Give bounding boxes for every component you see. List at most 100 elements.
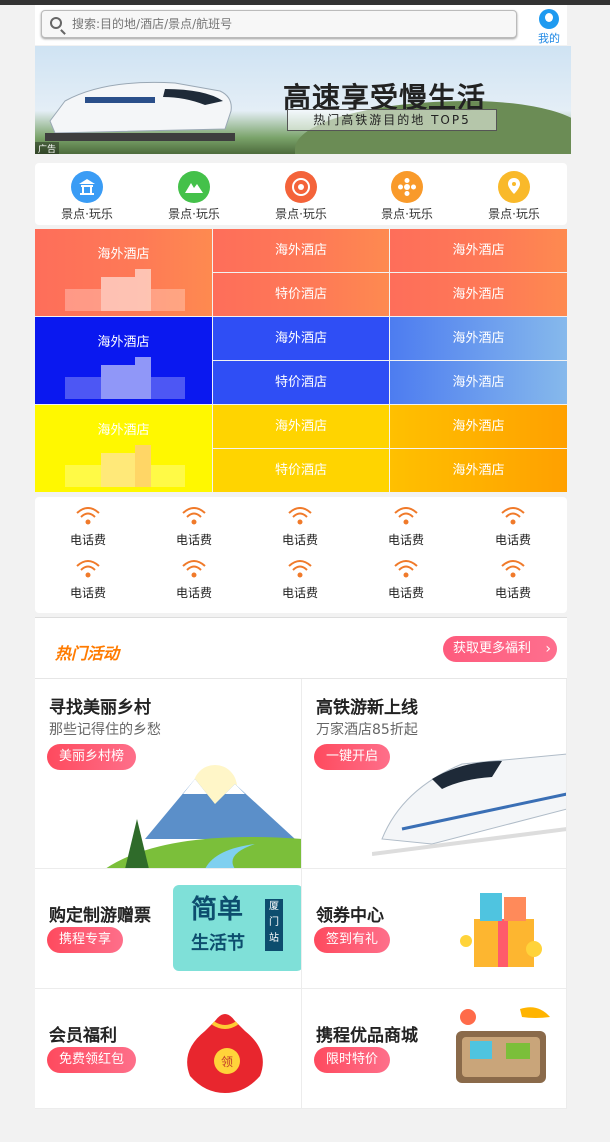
phone-item[interactable]: 电话费 [353,558,459,601]
card-title: 寻找美丽乡村 [49,698,151,718]
hotel-row: 海外酒店 海外酒店 海外酒店 特价酒店 海外酒店 [35,405,567,493]
quick-nav-item[interactable]: 景点·玩乐 [474,171,554,222]
hotel-building-icon [65,269,185,311]
hotel-tile[interactable]: 海外酒店 [390,361,567,404]
wifi-icon [288,507,312,525]
location-pin-icon [498,171,530,203]
wifi-icon [501,560,525,578]
hot-activity-section: 热门活动 获取更多福利 › 寻找美丽乡村 那些记得住的乡愁 美丽乡村榜 高铁游新… [35,617,567,1109]
quick-nav-item[interactable]: 景点·玩乐 [154,171,234,222]
hotel-main-label: 海外酒店 [97,423,150,438]
hotel-tile[interactable]: 海外酒店 [390,405,567,448]
page: 我的 高速享受慢生活 热门高铁游目的地 TOP5 广告 景点·玩乐 景点·玩乐 [35,5,571,1109]
hotel-tile[interactable]: 海外酒店 [390,229,567,272]
phone-item[interactable]: 电话费 [141,558,247,601]
search-box[interactable] [41,10,517,38]
chevron-right-icon: › [545,641,551,657]
search-input[interactable] [72,11,492,37]
phone-item[interactable]: 电话费 [460,558,566,601]
train-image [45,81,235,141]
art-big-text: 简单 [191,895,244,925]
hotel-row: 海外酒店 海外酒店 海外酒店 特价酒店 海外酒店 [35,229,567,317]
phone-item-label: 电话费 [281,586,318,600]
hotel-tile[interactable]: 海外酒店 [390,449,567,492]
activity-card[interactable]: 领券中心 签到有礼 [302,869,567,989]
temple-icon [71,171,103,203]
wifi-icon [182,507,206,525]
hotel-main-tile[interactable]: 海外酒店 [35,317,212,404]
activity-card[interactable]: 会员福利 免费领红包 领 [35,989,302,1109]
activity-card[interactable]: 高铁游新上线 万家酒店85折起 一键开启 [302,679,567,869]
promo-banner[interactable]: 高速享受慢生活 热门高铁游目的地 TOP5 广告 [35,46,571,154]
card-button[interactable]: 签到有礼 [314,927,391,953]
phone-item[interactable]: 电话费 [247,558,353,601]
art-sub-text: 生活节 [191,933,245,954]
hotel-main-label: 海外酒店 [97,335,150,350]
hotel-tile[interactable]: 海外酒店 [213,229,389,272]
card-button[interactable]: 限时特价 [314,1047,391,1073]
flower-icon [391,171,423,203]
user-icon [539,9,559,29]
card-subtitle: 万家酒店85折起 [316,722,418,738]
hotel-tile[interactable]: 特价酒店 [213,449,389,492]
wifi-icon [394,507,418,525]
hotel-main-label: 海外酒店 [97,247,150,262]
hotel-tile[interactable]: 海外酒店 [213,405,389,448]
hotel-row: 海外酒店 海外酒店 海外酒店 特价酒店 海外酒店 [35,317,567,405]
card-title: 携程优品商城 [316,1026,418,1046]
phone-item-label: 电话费 [494,586,531,600]
hotel-tile[interactable]: 海外酒店 [213,317,389,360]
card-button[interactable]: 携程专享 [47,927,124,953]
header: 我的 [35,5,567,45]
bag-label: 领 [221,1055,233,1069]
phone-item-label: 电话费 [387,586,424,600]
card-title: 高铁游新上线 [316,698,418,718]
card-title: 领券中心 [316,906,384,926]
card-subtitle: 那些记得住的乡愁 [49,722,161,738]
activity-card[interactable]: 购定制游赠票 携程专享 简单 生活节 厦门站 [35,869,302,989]
phone-item[interactable]: 电话费 [35,558,141,601]
activity-title: 热门活动 [55,644,120,663]
phone-item-label: 电话费 [175,533,212,547]
hotel-main-tile[interactable]: 海外酒店 [35,229,212,316]
quick-nav-item[interactable]: 景点·玩乐 [367,171,447,222]
ad-tag: 广告 [35,142,60,154]
phone-item[interactable]: 电话费 [35,505,141,548]
hotel-building-icon [65,445,185,487]
phone-recharge-grid: 电话费 电话费 电话费 电话费 电话费 电话费 电话费 电话费 电话费 电话费 [35,497,567,613]
phone-item[interactable]: 电话费 [247,505,353,548]
wifi-icon [394,560,418,578]
hotel-tile[interactable]: 特价酒店 [213,361,389,404]
bullet-train-image [372,753,566,856]
travel-suitcase-image [456,1007,550,1083]
village-landscape-image [106,765,301,868]
card-button[interactable]: 免费领红包 [47,1047,137,1073]
my-account-button[interactable]: 我的 [530,9,568,46]
card-title: 购定制游赠票 [49,906,151,926]
wifi-icon [288,560,312,578]
compass-icon [285,171,317,203]
hotel-tile[interactable]: 特价酒店 [213,273,389,316]
quick-nav-label: 景点·玩乐 [275,207,327,221]
activity-card[interactable]: 携程优品商城 限时特价 [302,989,567,1109]
quick-nav-label: 景点·玩乐 [488,207,540,221]
quick-nav-label: 景点·玩乐 [381,207,433,221]
hotel-main-tile[interactable]: 海外酒店 [35,405,212,492]
wifi-icon [76,560,100,578]
phone-item-label: 电话费 [281,533,318,547]
hotel-tile[interactable]: 海外酒店 [390,317,567,360]
phone-item[interactable]: 电话费 [353,505,459,548]
phone-item[interactable]: 电话费 [460,505,566,548]
more-benefits-button[interactable]: 获取更多福利 › [443,636,557,662]
quick-nav-item[interactable]: 景点·玩乐 [47,171,127,222]
wifi-icon [501,507,525,525]
hotel-tile[interactable]: 海外酒店 [390,273,567,316]
phone-item[interactable]: 电话费 [141,505,247,548]
quick-nav: 景点·玩乐 景点·玩乐 景点·玩乐 景点·玩乐 景点·玩乐 [35,163,567,225]
phone-item-label: 电话费 [175,586,212,600]
quick-nav-item[interactable]: 景点·玩乐 [261,171,341,222]
activity-card[interactable]: 寻找美丽乡村 那些记得住的乡愁 美丽乡村榜 [35,679,302,869]
hotel-grid: 海外酒店 海外酒店 海外酒店 特价酒店 海外酒店 海外酒店 海外酒店 海外酒店 … [35,229,567,493]
phone-item-label: 电话费 [494,533,531,547]
wifi-icon [182,560,206,578]
